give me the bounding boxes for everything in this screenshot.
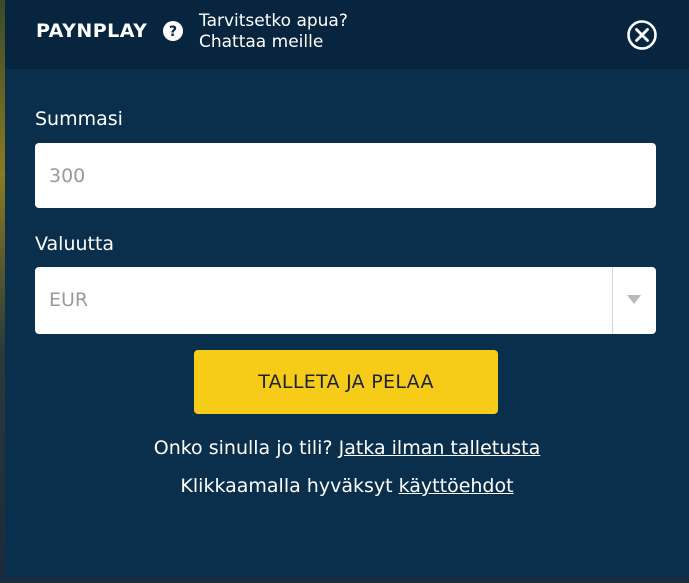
amount-label: Summasi bbox=[35, 108, 123, 130]
modal-header: PAYNPLAY ? Tarvitsetko apua? Chattaa mei… bbox=[5, 0, 689, 69]
help-line-2: Chattaa meille bbox=[199, 32, 324, 52]
brand-logo: PAYNPLAY bbox=[36, 20, 148, 42]
terms-prefix-text: Klikkaamalla hyväksyt bbox=[180, 475, 393, 497]
currency-selected-value: EUR bbox=[49, 289, 89, 311]
chevron-down-icon[interactable] bbox=[627, 295, 641, 304]
background-page-bottom bbox=[0, 578, 689, 583]
help-chat-link[interactable]: Tarvitsetko apua? Chattaa meille bbox=[199, 11, 348, 53]
svg-text:?: ? bbox=[169, 24, 177, 40]
terms-link[interactable]: käyttöehdot bbox=[399, 475, 514, 497]
deposit-and-play-button[interactable]: TALLETA JA PELAA bbox=[194, 350, 498, 414]
select-divider bbox=[612, 267, 613, 334]
close-icon[interactable] bbox=[626, 19, 658, 51]
currency-select[interactable]: EUR bbox=[35, 267, 656, 334]
question-circle-icon[interactable]: ? bbox=[163, 21, 183, 41]
payment-modal: PAYNPLAY ? Tarvitsetko apua? Chattaa mei… bbox=[5, 0, 689, 578]
existing-account-line: Onko sinulla jo tili? Jatka ilman tallet… bbox=[5, 437, 689, 459]
terms-line: Klikkaamalla hyväksyt käyttöehdot bbox=[5, 475, 689, 497]
amount-input[interactable] bbox=[35, 143, 656, 208]
currency-label: Valuutta bbox=[35, 233, 115, 255]
account-question-text: Onko sinulla jo tili? bbox=[153, 437, 333, 459]
help-line-1: Tarvitsetko apua? bbox=[199, 11, 348, 31]
continue-without-deposit-link[interactable]: Jatka ilman talletusta bbox=[339, 437, 541, 459]
